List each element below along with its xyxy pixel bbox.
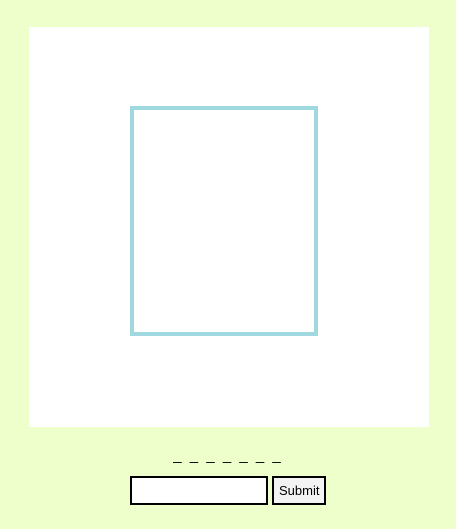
submit-button[interactable]: Submit xyxy=(272,476,327,505)
guess-input[interactable] xyxy=(130,476,268,505)
drawing-board[interactable] xyxy=(29,27,429,427)
guess-form: Submit xyxy=(130,476,327,505)
drawing-frame xyxy=(130,106,318,336)
word-blanks: _ _ _ _ _ _ _ xyxy=(173,447,283,464)
